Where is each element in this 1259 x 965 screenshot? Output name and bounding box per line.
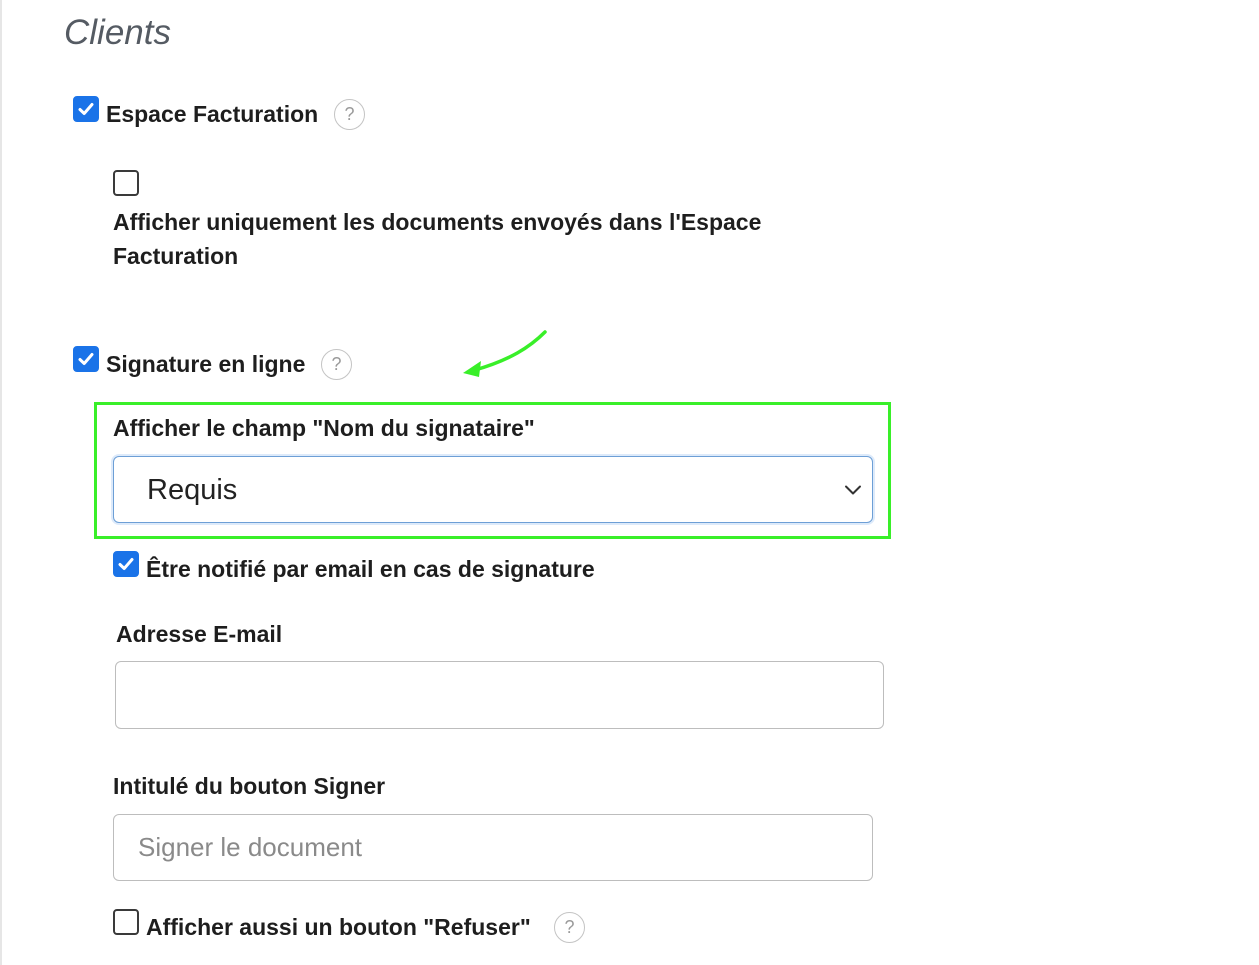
section-title: Clients xyxy=(64,13,171,52)
sign-button-field[interactable] xyxy=(113,814,873,881)
sign-button-label: Intitulé du bouton Signer xyxy=(113,773,386,799)
espace-facturation-label: Espace Facturation xyxy=(106,101,319,127)
email-input[interactable] xyxy=(116,662,883,728)
check-icon xyxy=(78,103,94,115)
espace-facturation-checkbox[interactable] xyxy=(73,96,99,122)
only-sent-docs-label: Afficher uniquement les documents envoyé… xyxy=(113,209,762,269)
help-icon[interactable]: ? xyxy=(334,99,365,130)
notify-checkbox[interactable] xyxy=(113,551,139,577)
left-border xyxy=(0,0,2,965)
signature-checkbox[interactable] xyxy=(73,346,99,372)
signer-name-field-label: Afficher le champ "Nom du signataire" xyxy=(113,415,535,441)
signature-label: Signature en ligne xyxy=(106,351,306,377)
help-icon[interactable]: ? xyxy=(321,349,352,380)
notify-label: Être notifié par email en cas de signatu… xyxy=(146,556,595,582)
email-label: Adresse E-mail xyxy=(116,621,283,647)
refuse-label: Afficher aussi un bouton "Refuser" xyxy=(146,914,531,940)
help-icon[interactable]: ? xyxy=(554,912,585,943)
signer-name-select-value: Requis xyxy=(147,474,238,506)
check-icon xyxy=(118,558,134,570)
refuse-checkbox[interactable] xyxy=(113,909,139,935)
only-sent-docs-checkbox[interactable] xyxy=(113,170,139,196)
email-field[interactable] xyxy=(115,661,884,729)
sign-button-input[interactable] xyxy=(114,815,872,880)
check-icon xyxy=(78,353,94,365)
chevron-down-icon xyxy=(845,485,861,495)
annotation-arrow-icon xyxy=(463,330,547,377)
signer-name-select[interactable]: Requis xyxy=(113,456,873,523)
